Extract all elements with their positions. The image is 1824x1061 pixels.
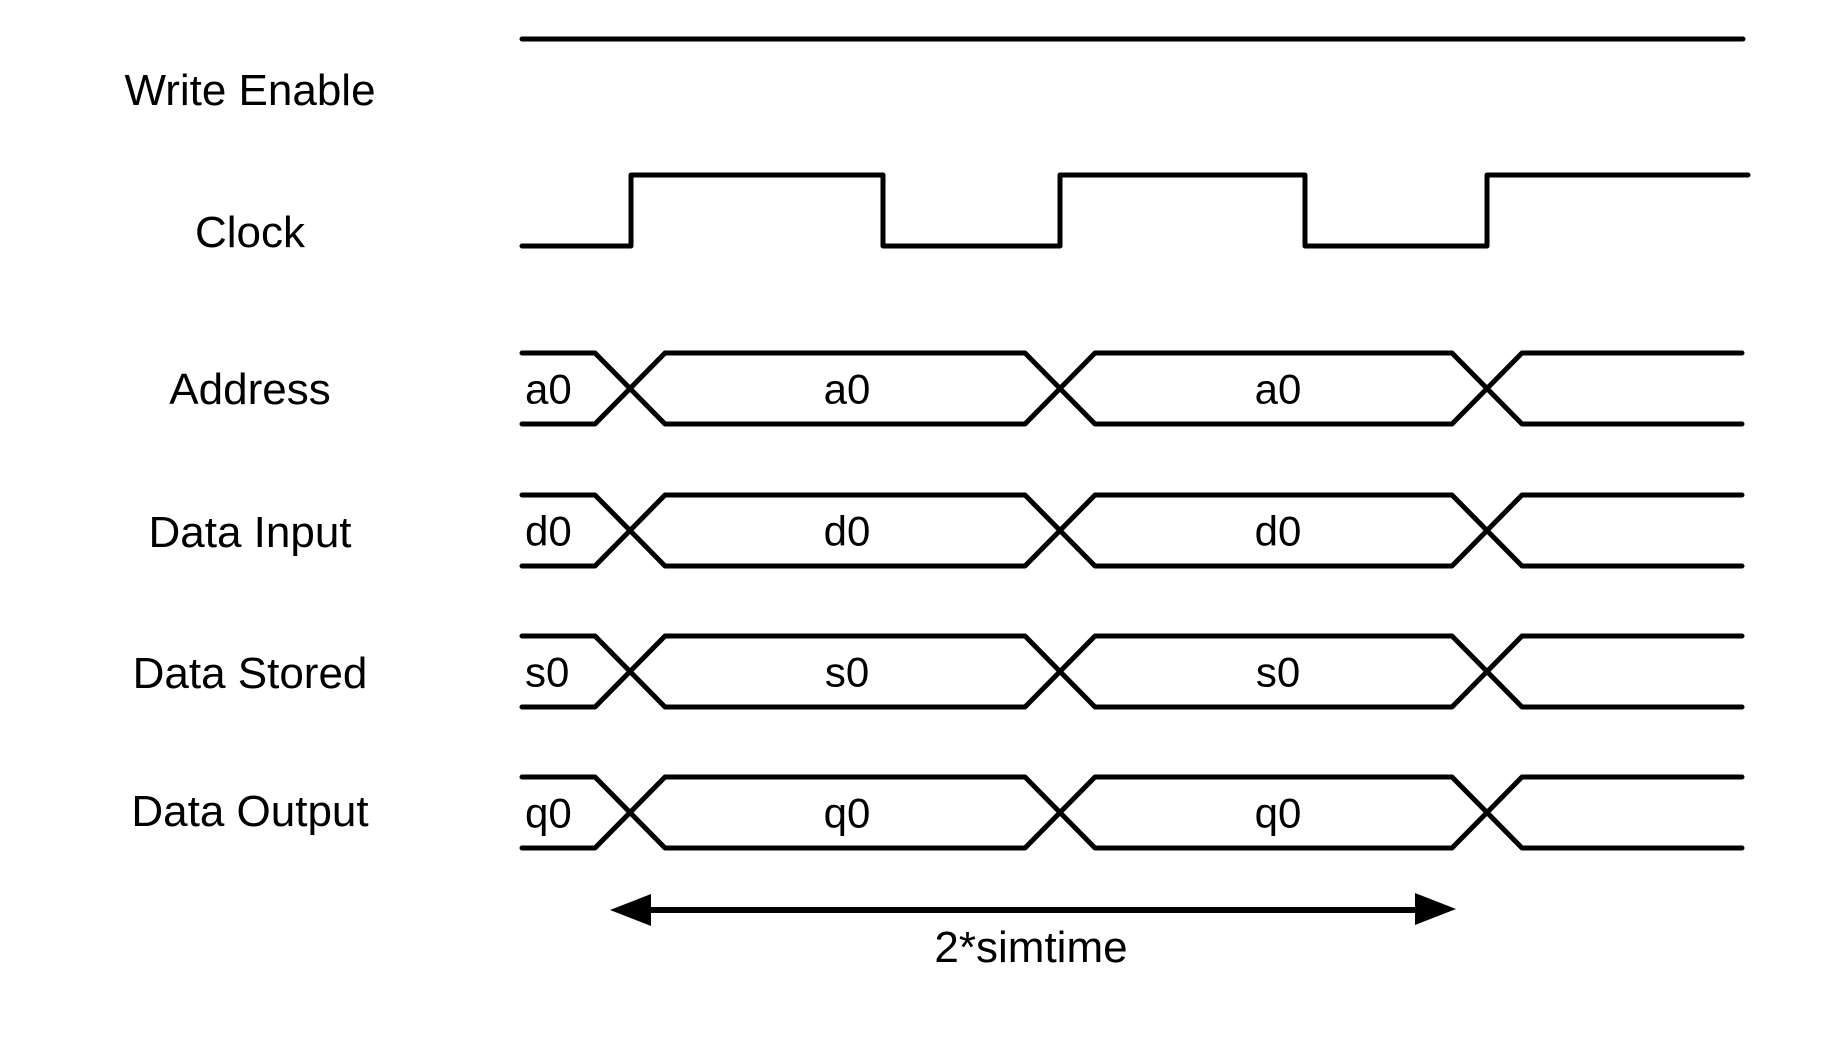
signal-labels: Write Enable Clock Address Data Input Data S… — [124, 66, 375, 836]
bus-value-data-output-0: q0 — [525, 790, 572, 837]
signal-label-data-input: Data Input — [148, 508, 351, 557]
bus-upper-rail — [519, 633, 1745, 674]
arrow-left-head-icon — [610, 894, 651, 926]
bus-value-data-stored-1: s0 — [825, 649, 869, 696]
bus-upper-rail — [519, 774, 1745, 815]
bus-upper-rail — [519, 350, 1745, 391]
bus-value-address-2: a0 — [1255, 366, 1302, 413]
bus-value-data-input-2: d0 — [1255, 508, 1302, 555]
signal-data-input-wave: d0 d0 d0 — [519, 492, 1745, 569]
interval-annotation: 2*simtime — [610, 893, 1456, 972]
bus-value-data-output-2: q0 — [1255, 790, 1302, 837]
bus-value-address-1: a0 — [824, 366, 871, 413]
bus-value-data-input-1: d0 — [824, 508, 871, 555]
signal-label-write-enable: Write Enable — [124, 66, 375, 115]
bus-upper-rail — [519, 492, 1745, 533]
bus-value-data-input-0: d0 — [525, 508, 572, 555]
clock-waveform — [519, 172, 1751, 249]
interval-label: 2*simtime — [934, 923, 1127, 972]
signal-clock-wave — [519, 172, 1751, 249]
signal-data-stored-wave: s0 s0 s0 — [519, 633, 1745, 710]
timing-diagram: Write Enable Clock Address Data Input Data S… — [124, 36, 1751, 972]
bus-value-data-stored-0: s0 — [525, 649, 569, 696]
bus-value-address-0: a0 — [525, 366, 572, 413]
signal-address-wave: a0 a0 a0 — [519, 350, 1745, 427]
bus-lower-rail — [519, 669, 1745, 710]
bus-lower-rail — [519, 810, 1745, 851]
signal-label-data-stored: Data Stored — [133, 649, 368, 698]
arrow-right-head-icon — [1415, 893, 1456, 925]
signal-data-output-wave: q0 q0 q0 — [519, 774, 1745, 851]
bus-value-data-output-1: q0 — [824, 790, 871, 837]
waveforms: a0 a0 a0 d0 d0 d0 s0 s0 s0 q0 q0 q0 — [519, 36, 1751, 851]
signal-label-address: Address — [169, 365, 330, 414]
bus-lower-rail — [519, 528, 1745, 569]
signal-label-data-output: Data Output — [131, 787, 368, 836]
bus-value-data-stored-2: s0 — [1256, 649, 1300, 696]
bus-lower-rail — [519, 386, 1745, 427]
signal-label-clock: Clock — [195, 208, 306, 257]
